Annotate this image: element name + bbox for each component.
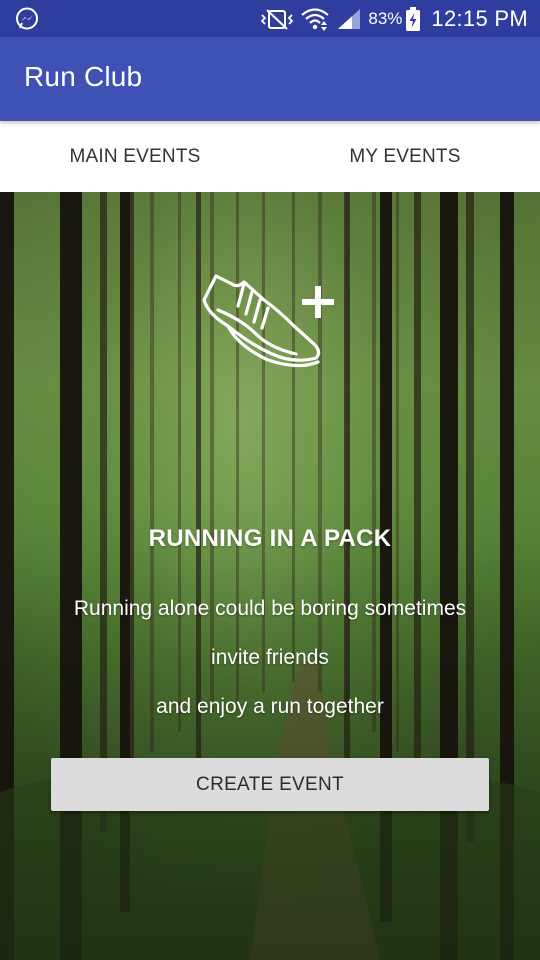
hero-description-line: invite friends — [211, 646, 329, 669]
create-event-button[interactable]: CREATE EVENT — [51, 758, 489, 811]
vibrate-icon — [261, 8, 294, 30]
app-bar: Run Club — [0, 37, 540, 121]
tab-my-events[interactable]: MY EVENTS — [270, 121, 540, 192]
running-shoe-plus-icon — [202, 274, 334, 368]
tab-main-events[interactable]: MAIN EVENTS — [0, 121, 270, 192]
signal-icon — [338, 8, 361, 29]
hero-description-line: Running alone could be boring sometimes — [73, 597, 467, 620]
battery-charging-icon — [406, 6, 421, 31]
clock: 12:15 PM — [431, 5, 528, 31]
app-title: Run Club — [24, 61, 143, 92]
main-events-panel: RUNNING IN A PACK Running alone could be… — [0, 192, 540, 960]
battery-percent: 83% — [368, 8, 403, 28]
status-bar: 83% 12:15 PM — [0, 0, 540, 37]
wifi-icon — [301, 7, 330, 31]
messenger-icon — [16, 7, 38, 30]
hero-title: RUNNING IN A PACK — [148, 525, 392, 552]
hero-description-line: and enjoy a run together — [156, 695, 384, 718]
tab-bar: MAIN EVENTS MY EVENTS — [0, 121, 540, 192]
